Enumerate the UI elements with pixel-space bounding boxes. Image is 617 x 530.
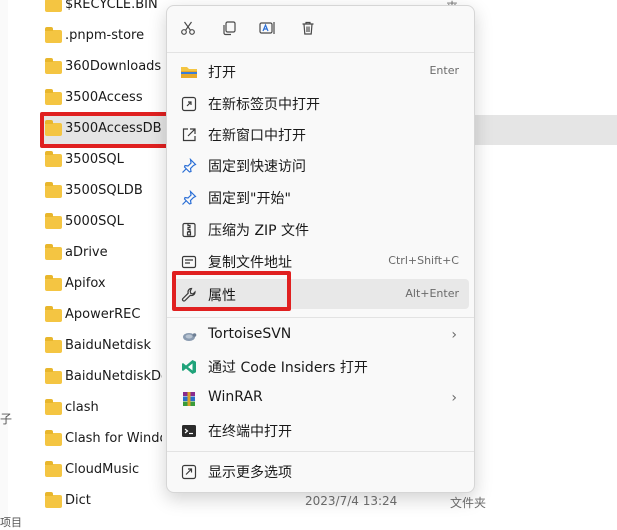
- file-date: 2023/7/4 13:24: [305, 494, 398, 508]
- folder-icon: [45, 399, 62, 415]
- menu-item-shortcut: Enter: [429, 64, 459, 77]
- menu-item-pin-start[interactable]: 固定到"开始": [172, 182, 469, 212]
- menu-item-label: 复制文件地址: [208, 255, 292, 271]
- copy-button[interactable]: [217, 16, 241, 40]
- menu-item-label: TortoiseSVN: [208, 326, 292, 342]
- file-name: Dict: [65, 493, 91, 508]
- folder-icon: [45, 337, 62, 353]
- menu-item-shortcut: Ctrl+Shift+C: [388, 254, 459, 267]
- file-name: CloudMusic: [65, 462, 140, 477]
- folder-icon: [45, 306, 62, 322]
- status-item-count-fragment: 项目: [0, 516, 22, 529]
- menu-item-label: 在新标签页中打开: [208, 97, 320, 113]
- trash-icon: [302, 21, 314, 35]
- menu-separator: [167, 317, 474, 318]
- chevron-right-icon: ›: [451, 327, 457, 343]
- file-name: aDrive: [65, 245, 108, 260]
- menu-item-label: 显示更多选项: [208, 465, 292, 481]
- file-name: BaiduNetdiskDownload: [65, 369, 162, 384]
- new-window-icon: [180, 126, 198, 144]
- file-type: 文件夹: [450, 496, 487, 510]
- file-name: clash: [65, 400, 99, 415]
- menu-item-show-more-options[interactable]: 显示更多选项: [172, 456, 469, 486]
- folder-icon: [45, 275, 62, 291]
- menu-item-compress-zip[interactable]: 压缩为 ZIP 文件: [172, 214, 469, 244]
- tortoise-svn-icon: [180, 327, 198, 345]
- cut-button[interactable]: [176, 16, 200, 40]
- annotation-highlight-properties: [172, 271, 291, 311]
- new-tab-icon: [180, 95, 198, 113]
- context-menu-quick-actions: [167, 6, 474, 48]
- folder-icon: [45, 89, 62, 105]
- file-name: 3500Access: [65, 90, 143, 105]
- menu-item-pin-quick-access[interactable]: 固定到快速访问: [172, 150, 469, 180]
- menu-item-shortcut: Alt+Enter: [405, 287, 459, 300]
- copy-icon: [223, 21, 236, 36]
- status-text-fragment: 子: [0, 412, 13, 426]
- menu-item-open[interactable]: 打开 Enter: [172, 56, 469, 86]
- folder-icon: [45, 461, 62, 477]
- rename-icon: [259, 22, 275, 34]
- more-options-icon: [180, 463, 198, 481]
- file-name: ApowerREC: [65, 307, 141, 322]
- menu-item-label: WinRAR: [208, 389, 263, 405]
- annotation-highlight-folder: [40, 112, 184, 148]
- menu-item-open-code-insiders[interactable]: 通过 Code Insiders 打开: [172, 351, 469, 381]
- menu-item-label: 压缩为 ZIP 文件: [208, 223, 310, 239]
- file-name: Clash for Windows: [65, 431, 162, 446]
- file-name: Apifox: [65, 276, 106, 291]
- delete-button[interactable]: [296, 16, 320, 40]
- pin-icon: [180, 157, 198, 175]
- folder-open-icon: [180, 63, 198, 81]
- menu-item-open-new-tab[interactable]: 在新标签页中打开: [172, 88, 469, 118]
- zip-icon: [180, 221, 198, 239]
- rename-button[interactable]: [256, 16, 280, 40]
- folder-icon: [45, 58, 62, 74]
- file-name: $RECYCLE.BIN: [65, 0, 158, 12]
- folder-icon: [45, 0, 62, 12]
- menu-item-open-terminal[interactable]: 在终端中打开: [172, 415, 469, 445]
- folder-icon: [45, 27, 62, 43]
- folder-icon: [45, 430, 62, 446]
- vscode-insiders-icon: [180, 358, 198, 376]
- menu-separator: [167, 52, 474, 53]
- menu-item-label: 在新窗口中打开: [208, 128, 306, 144]
- context-menu: 打开 Enter 在新标签页中打开 在新窗口中打开 固定到快速访问 固定到"开始…: [166, 5, 475, 493]
- folder-icon: [45, 492, 62, 508]
- folder-icon: [45, 368, 62, 384]
- file-name: 360Downloads: [65, 59, 162, 74]
- terminal-icon: [180, 422, 198, 440]
- scissors-icon: [181, 21, 195, 35]
- menu-separator: [167, 451, 474, 452]
- menu-item-tortoisesvn[interactable]: TortoiseSVN ›: [172, 320, 469, 350]
- file-name: BaiduNetdisk: [65, 338, 151, 353]
- navigation-pane-edge: [0, 0, 8, 526]
- menu-item-label: 在终端中打开: [208, 424, 292, 440]
- menu-item-label: 打开: [208, 65, 236, 81]
- file-name: 3500SQL: [65, 152, 124, 167]
- menu-item-label: 固定到快速访问: [208, 159, 306, 175]
- copy-path-icon: [180, 253, 198, 271]
- winrar-icon: [180, 390, 198, 408]
- menu-item-label: 固定到"开始": [208, 191, 291, 207]
- menu-item-label: 通过 Code Insiders 打开: [208, 360, 368, 376]
- folder-icon: [45, 182, 62, 198]
- menu-item-open-new-window[interactable]: 在新窗口中打开: [172, 119, 469, 149]
- menu-item-winrar[interactable]: WinRAR ›: [172, 383, 469, 413]
- chevron-right-icon: ›: [451, 390, 457, 406]
- file-name: 3500SQLDB: [65, 183, 143, 198]
- folder-icon: [45, 244, 62, 260]
- pin-icon: [180, 189, 198, 207]
- file-name: .pnpm-store: [65, 28, 145, 43]
- file-name: 5000SQL: [65, 214, 124, 229]
- folder-icon: [45, 151, 62, 167]
- folder-icon: [45, 213, 62, 229]
